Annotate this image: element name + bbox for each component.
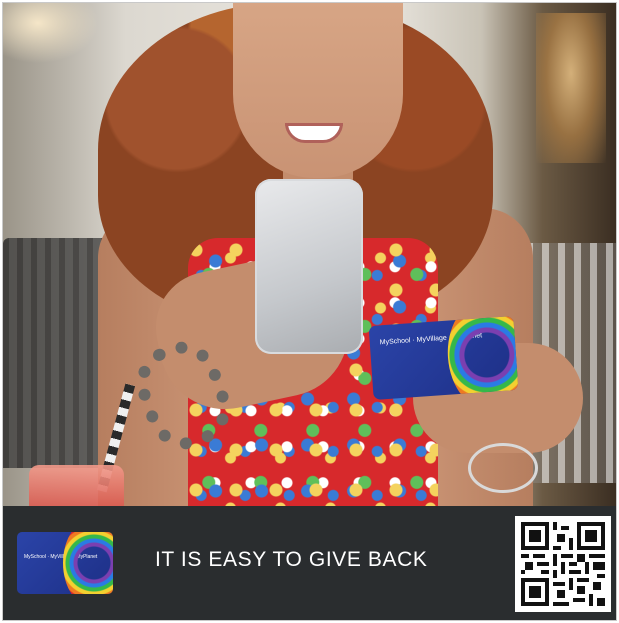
qr-code-icon [521,522,605,606]
hero-photo: MySchool · MyVillage · MyPlanet [3,3,616,506]
pink-drink [29,465,124,506]
banner-tagline: IT IS EASY TO GIVE BACK [155,548,428,571]
ad-frame: MySchool · MyVillage · MyPlanet MySchool… [2,2,617,621]
background-chair-left [3,238,113,468]
rainbow-swoosh-icon [444,316,519,400]
face [233,3,403,178]
background-light [536,13,606,163]
held-loyalty-card: MySchool · MyVillage · MyPlanet [368,316,519,400]
smartphone [255,179,363,354]
banner-loyalty-card: MySchool · MyVillage · MyPlanet [17,532,113,594]
qr-code[interactable] [515,516,611,612]
rainbow-swoosh-icon [63,532,113,594]
wrist-bangle [468,443,538,493]
bottom-banner: MySchool · MyVillage · MyPlanet IT IS EA… [3,506,616,620]
